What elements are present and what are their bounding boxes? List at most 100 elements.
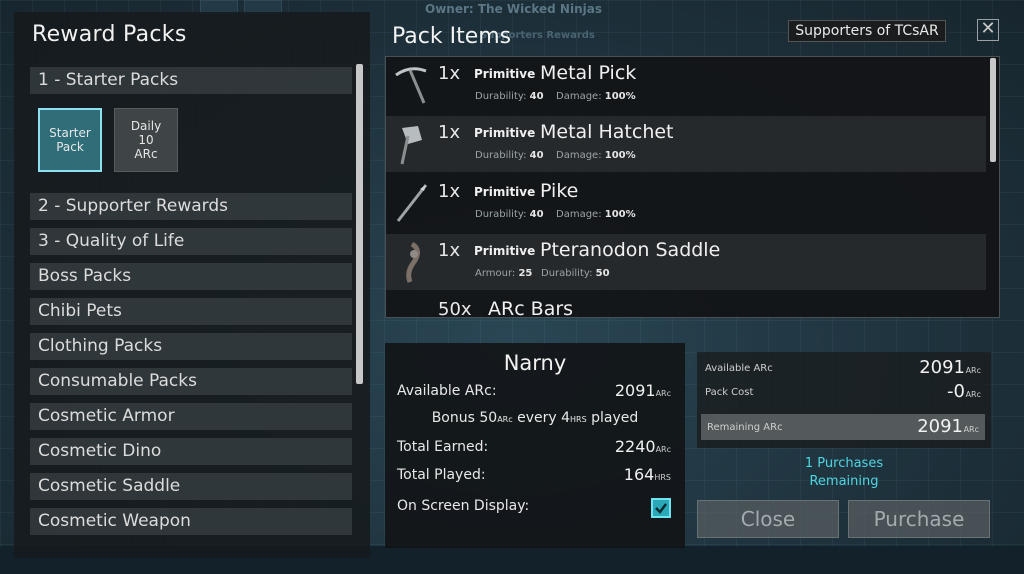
bars-icon — [392, 299, 432, 318]
total-earned-label: Total Earned: — [397, 439, 489, 455]
item-name: Pike — [540, 180, 579, 202]
total-played-label: Total Played: — [397, 467, 486, 483]
category-cosmetic-saddle[interactable]: Cosmetic Saddle — [30, 473, 352, 500]
pack-item-row: 1x Primitive Metal Pick Durability: 40 D… — [386, 57, 986, 113]
bonus-hours-unit: HRS — [570, 415, 587, 424]
reward-packs-title: Reward Packs — [32, 22, 187, 47]
stat-value: 40 — [529, 209, 544, 220]
pack-tile-label: Daily 10 ARc — [130, 119, 162, 161]
stat-value: 100% — [604, 209, 636, 220]
reward-packs-panel: Reward Packs 1 - Starter Packs Starter P… — [14, 12, 370, 558]
pack-item-row: 50x ARc Bars — [386, 293, 986, 318]
stat-value: 40 — [529, 150, 544, 161]
purchases-line-1: 1 Purchases — [804, 456, 884, 471]
pack-item-row: 1x Primitive Metal Hatchet Durability: 4… — [386, 116, 986, 172]
item-tier: Primitive — [474, 244, 536, 258]
unit-label: ARc — [965, 366, 981, 375]
stat-label: Damage: — [556, 91, 602, 102]
summary-remaining-value: 2091 — [917, 416, 963, 437]
available-arc-number: 2091 — [614, 381, 656, 400]
available-arc-value: 2091ARc — [615, 381, 671, 400]
player-name: Narny — [503, 351, 567, 375]
item-stat: Damage: 100% — [556, 91, 636, 102]
category-consumable-packs[interactable]: Consumable Packs — [30, 368, 352, 395]
pack-items-title: Pack Items — [392, 24, 512, 49]
close-button[interactable]: Close — [697, 500, 839, 538]
total-played-number: 164 — [623, 465, 655, 484]
item-name: ARc Bars — [488, 298, 574, 318]
background-owner-text: Owner: The Wicked Ninjas — [425, 2, 602, 16]
summary-remaining-label: Remaining ARc — [707, 422, 783, 433]
purchases-line-2: Remaining — [809, 474, 879, 489]
remaining-row: Remaining ARc 2091 ARc — [701, 414, 985, 440]
checkmark-icon — [655, 503, 667, 514]
starter-packs-body: Starter Pack Daily 10 ARc — [30, 102, 352, 185]
unit-label: ARc — [655, 389, 671, 398]
osd-checkbox[interactable] — [651, 498, 671, 518]
purchase-button[interactable]: Purchase — [848, 500, 990, 538]
item-stat: Durability: 40 — [475, 91, 544, 102]
unit-label: ARc — [655, 445, 671, 454]
category-quality-of-life[interactable]: 3 - Quality of Life — [30, 228, 352, 255]
purchases-remaining: 1 Purchases Remaining — [697, 455, 991, 491]
stat-label: Damage: — [556, 209, 602, 220]
category-boss-packs[interactable]: Boss Packs — [30, 263, 352, 290]
bonus-text: Bonus 50ARc every 4HRS played — [385, 410, 685, 426]
item-stat: Armour: 25 — [475, 268, 532, 279]
item-quantity: 1x — [438, 63, 461, 84]
bonus-suffix: played — [591, 410, 639, 426]
bonus-mid: every — [517, 410, 557, 426]
category-supporter-rewards[interactable]: 2 - Supporter Rewards — [30, 193, 352, 220]
stat-label: Durability: — [475, 91, 527, 102]
category-clothing-packs[interactable]: Clothing Packs — [30, 333, 352, 360]
total-earned-value: 2240ARc — [615, 437, 671, 456]
category-starter-packs[interactable]: 1 - Starter Packs — [30, 67, 352, 94]
hatchet-icon — [400, 126, 422, 165]
unit-label: ARc — [965, 390, 981, 399]
unit-label: ARc — [963, 425, 979, 434]
summary-available-label: Available ARc — [705, 363, 773, 374]
item-quantity: 1x — [438, 181, 461, 202]
pack-tile-daily[interactable]: Daily 10 ARc — [114, 108, 178, 172]
supporters-label[interactable]: Supporters of TCsAR — [788, 20, 946, 42]
pack-tile-starter[interactable]: Starter Pack — [38, 108, 102, 172]
category-cosmetic-armor[interactable]: Cosmetic Armor — [30, 403, 352, 430]
stat-label: Armour: — [475, 268, 516, 279]
stat-value: 100% — [604, 150, 636, 161]
item-stat: Damage: 100% — [556, 150, 636, 161]
summary-cost-label: Pack Cost — [705, 387, 754, 398]
item-name: Metal Pick — [540, 62, 637, 84]
item-quantity: 1x — [438, 240, 461, 261]
pick-icon — [395, 67, 427, 104]
pack-item-row: 1x Primitive Pteranodon Saddle Armour: 2… — [386, 234, 986, 290]
item-stat: Durability: 40 — [475, 150, 544, 161]
player-info-panel: Narny Available ARc: 2091ARc Bonus 50ARc… — [385, 343, 685, 548]
summary-cost-value: -0 — [947, 381, 965, 402]
stat-value: 25 — [518, 268, 533, 279]
item-name: Metal Hatchet — [540, 121, 674, 143]
pack-items-scrollbar[interactable] — [990, 58, 996, 162]
stat-label: Durability: — [475, 150, 527, 161]
category-scrollbar[interactable] — [356, 64, 363, 384]
bonus-prefix: Bonus — [431, 410, 475, 426]
category-chibi-pets[interactable]: Chibi Pets — [30, 298, 352, 325]
stat-label: Damage: — [556, 150, 602, 161]
close-icon[interactable]: ✕ — [977, 19, 999, 41]
category-list: 1 - Starter Packs Starter Pack Daily 10 … — [30, 67, 352, 543]
item-stat: Durability: 40 — [475, 209, 544, 220]
stat-label: Durability: — [475, 209, 527, 220]
pack-tile-label: Starter Pack — [49, 126, 91, 154]
summary-available-value: 2091 — [919, 357, 965, 378]
purchase-summary-panel: Available ARc 2091 ARc Pack Cost -0 ARc … — [697, 352, 991, 448]
hours-unit: HRS — [654, 473, 671, 482]
pike-icon — [396, 184, 428, 222]
bonus-hours: 4 — [561, 410, 571, 426]
item-tier: Primitive — [474, 185, 536, 199]
category-cosmetic-dino[interactable]: Cosmetic Dino — [30, 438, 352, 465]
available-arc-label: Available ARc: — [397, 383, 497, 399]
item-tier: Primitive — [474, 126, 536, 140]
pack-items-list: 1x Primitive Metal Pick Durability: 40 D… — [385, 56, 1000, 318]
pack-item-row: 1x Primitive Pike Durability: 40 Damage:… — [386, 175, 986, 231]
item-quantity: 50x — [438, 299, 472, 318]
category-cosmetic-weapon[interactable]: Cosmetic Weapon — [30, 508, 352, 535]
